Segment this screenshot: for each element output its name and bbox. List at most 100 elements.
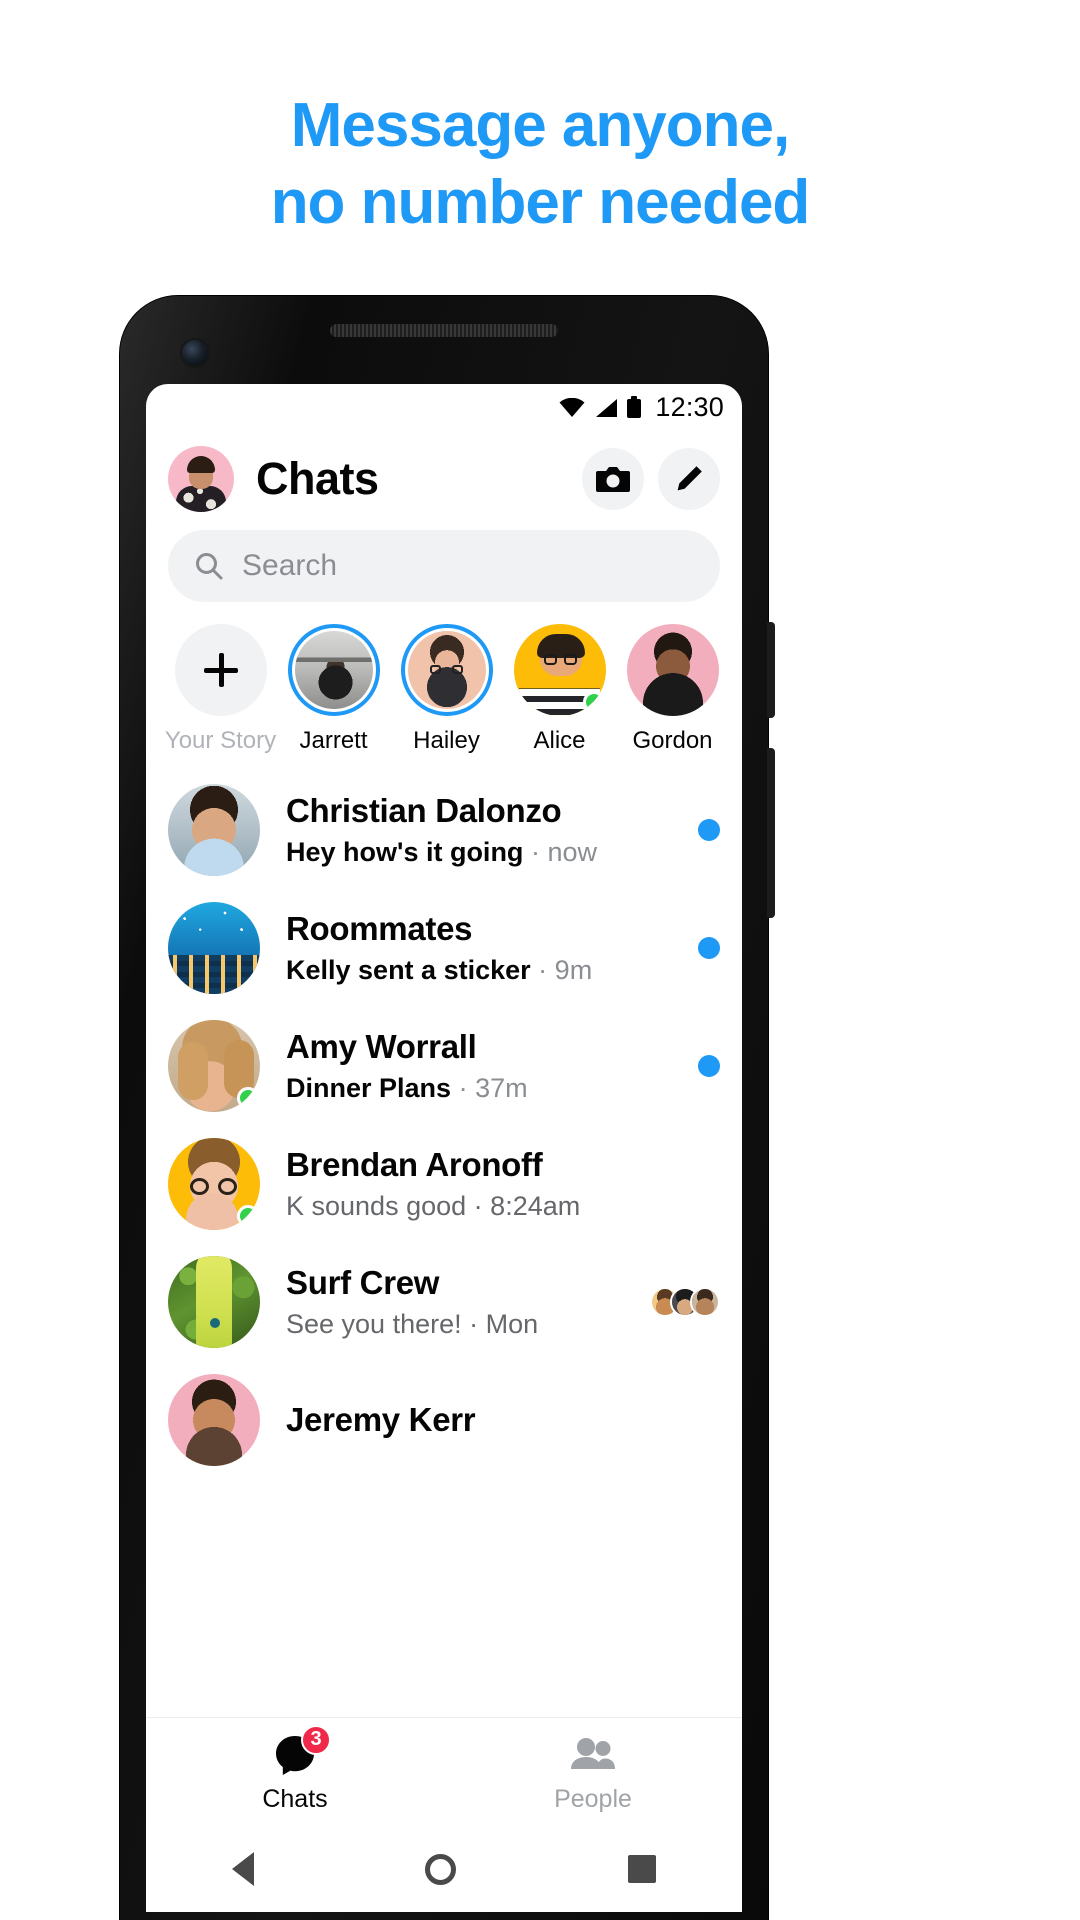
table-row[interactable]: Surf Crew See you there! · Mon bbox=[146, 1243, 742, 1361]
chat-name: Jeremy Kerr bbox=[286, 1401, 476, 1438]
status-icons bbox=[559, 396, 642, 418]
story-item-hailey[interactable]: Hailey bbox=[390, 624, 503, 755]
back-triangle-icon[interactable] bbox=[231, 1852, 254, 1886]
table-row[interactable]: Christian Dalonzo Hey how's it going · n… bbox=[146, 771, 742, 889]
story-item-jarrett[interactable]: Jarrett bbox=[277, 624, 390, 755]
snippet-separator: · bbox=[469, 1309, 479, 1339]
people-icon bbox=[571, 1737, 615, 1769]
snippet-separator: · bbox=[458, 1073, 468, 1103]
headline-line-1: Message anyone, bbox=[290, 91, 790, 160]
chat-text-block: Amy Worrall Dinner Plans · 37m bbox=[286, 1028, 686, 1104]
story-ring bbox=[400, 624, 493, 716]
tab-label: People bbox=[554, 1784, 632, 1813]
chat-snippet: Kelly sent a sticker · 9m bbox=[286, 955, 686, 986]
compose-pencil-icon bbox=[677, 466, 702, 491]
snippet-time: now bbox=[547, 837, 597, 867]
table-row[interactable]: Roommates Kelly sent a sticker · 9m bbox=[146, 889, 742, 1007]
chat-text-block: Surf Crew See you there! · Mon bbox=[286, 1264, 638, 1340]
earpiece-speaker bbox=[330, 324, 558, 337]
story-label: Alice bbox=[533, 727, 586, 754]
status-time: 12:30 bbox=[655, 391, 724, 422]
table-row[interactable]: Jeremy Kerr bbox=[146, 1361, 742, 1479]
story-avatar bbox=[294, 631, 373, 709]
avatar bbox=[690, 1287, 720, 1317]
online-status-dot bbox=[237, 1205, 259, 1227]
chat-snippet: K sounds good · 8:24am bbox=[286, 1191, 720, 1222]
story-label: Hailey bbox=[413, 727, 480, 754]
phone-mockup: 12:30 Chats Search Your Story Jarrett Ha… bbox=[120, 296, 775, 1920]
camera-icon bbox=[596, 467, 630, 492]
snippet-separator: · bbox=[530, 837, 540, 867]
snippet-time: Mon bbox=[485, 1309, 539, 1339]
snippet-text: Dinner Plans bbox=[286, 1073, 452, 1103]
profile-avatar[interactable] bbox=[168, 446, 234, 512]
chat-name: Brendan Aronoff bbox=[286, 1146, 543, 1183]
status-bar: 12:30 bbox=[146, 384, 742, 430]
chat-text-block: Brendan Aronoff K sounds good · 8:24am bbox=[286, 1146, 720, 1222]
snippet-text: K sounds good bbox=[286, 1191, 467, 1221]
unread-indicator bbox=[698, 937, 720, 959]
snippet-separator: · bbox=[473, 1191, 483, 1221]
table-row[interactable]: Amy Worrall Dinner Plans · 37m bbox=[146, 1007, 742, 1125]
battery-icon bbox=[627, 396, 642, 418]
tab-label: Chats bbox=[262, 1784, 328, 1813]
tab-people[interactable]: People bbox=[444, 1731, 742, 1814]
story-item-gordon[interactable]: Gordon bbox=[616, 624, 729, 755]
promo-screenshot: Message anyone, no number needed 12:30 C… bbox=[0, 0, 1080, 1920]
snippet-text: Kelly sent a sticker bbox=[286, 955, 531, 985]
wifi-icon bbox=[559, 398, 585, 417]
chat-snippet: See you there! · Mon bbox=[286, 1309, 638, 1340]
volume-button[interactable] bbox=[767, 748, 775, 918]
chat-name: Surf Crew bbox=[286, 1264, 440, 1301]
snippet-text: See you there! bbox=[286, 1309, 462, 1339]
page-title: Message anyone, no number needed bbox=[0, 88, 1080, 242]
compose-button[interactable] bbox=[658, 448, 720, 510]
front-camera-icon bbox=[182, 340, 208, 366]
avatar bbox=[168, 1256, 260, 1348]
cellular-signal-icon bbox=[596, 399, 618, 417]
chat-name: Roommates bbox=[286, 910, 473, 947]
snippet-time: 9m bbox=[554, 955, 593, 985]
chat-text-block: Jeremy Kerr bbox=[286, 1401, 720, 1439]
chat-list: Christian Dalonzo Hey how's it going · n… bbox=[146, 765, 742, 1479]
snippet-time: 8:24am bbox=[490, 1191, 581, 1221]
story-ring bbox=[287, 624, 380, 716]
avatar bbox=[168, 1138, 260, 1230]
online-status-dot bbox=[237, 1087, 259, 1109]
story-ring bbox=[626, 624, 719, 716]
story-item-your-story[interactable]: Your Story bbox=[164, 624, 277, 755]
stories-row[interactable]: Your Story Jarrett Hailey Alice Gordon bbox=[146, 602, 742, 765]
camera-button[interactable] bbox=[582, 448, 644, 510]
table-row[interactable]: Brendan Aronoff K sounds good · 8:24am bbox=[146, 1125, 742, 1243]
story-item-alice[interactable]: Alice bbox=[503, 624, 616, 755]
chat-snippet: Dinner Plans · 37m bbox=[286, 1073, 686, 1104]
story-avatar bbox=[407, 631, 486, 709]
chat-text-block: Christian Dalonzo Hey how's it going · n… bbox=[286, 792, 686, 868]
phone-screen: 12:30 Chats Search Your Story Jarrett Ha… bbox=[146, 384, 742, 1912]
snippet-time: 37m bbox=[475, 1073, 528, 1103]
avatar bbox=[168, 1020, 260, 1112]
headline-line-2: no number needed bbox=[270, 167, 811, 237]
story-avatar bbox=[626, 624, 719, 716]
story-label: Jarrett bbox=[299, 727, 368, 754]
online-status-dot bbox=[582, 691, 605, 713]
chat-name: Amy Worrall bbox=[286, 1028, 477, 1065]
avatar bbox=[168, 1374, 260, 1466]
tab-chats[interactable]: 3 Chats bbox=[146, 1724, 444, 1814]
story-label: Your Story bbox=[164, 727, 277, 754]
avatar bbox=[168, 784, 260, 876]
app-header: Chats bbox=[146, 430, 742, 522]
recents-square-icon[interactable] bbox=[628, 1855, 657, 1883]
power-button[interactable] bbox=[767, 622, 775, 718]
chat-snippet: Hey how's it going · now bbox=[286, 837, 686, 868]
seen-by-avatars bbox=[650, 1287, 720, 1317]
add-story-button[interactable] bbox=[174, 624, 267, 716]
story-ring bbox=[513, 624, 606, 716]
status-badge: 3 bbox=[301, 1724, 331, 1755]
avatar bbox=[168, 902, 260, 994]
search-input[interactable]: Search bbox=[168, 530, 720, 602]
chat-name: Christian Dalonzo bbox=[286, 792, 562, 829]
snippet-separator: · bbox=[538, 955, 548, 985]
home-circle-icon[interactable] bbox=[425, 1853, 457, 1885]
search-icon bbox=[196, 553, 223, 580]
